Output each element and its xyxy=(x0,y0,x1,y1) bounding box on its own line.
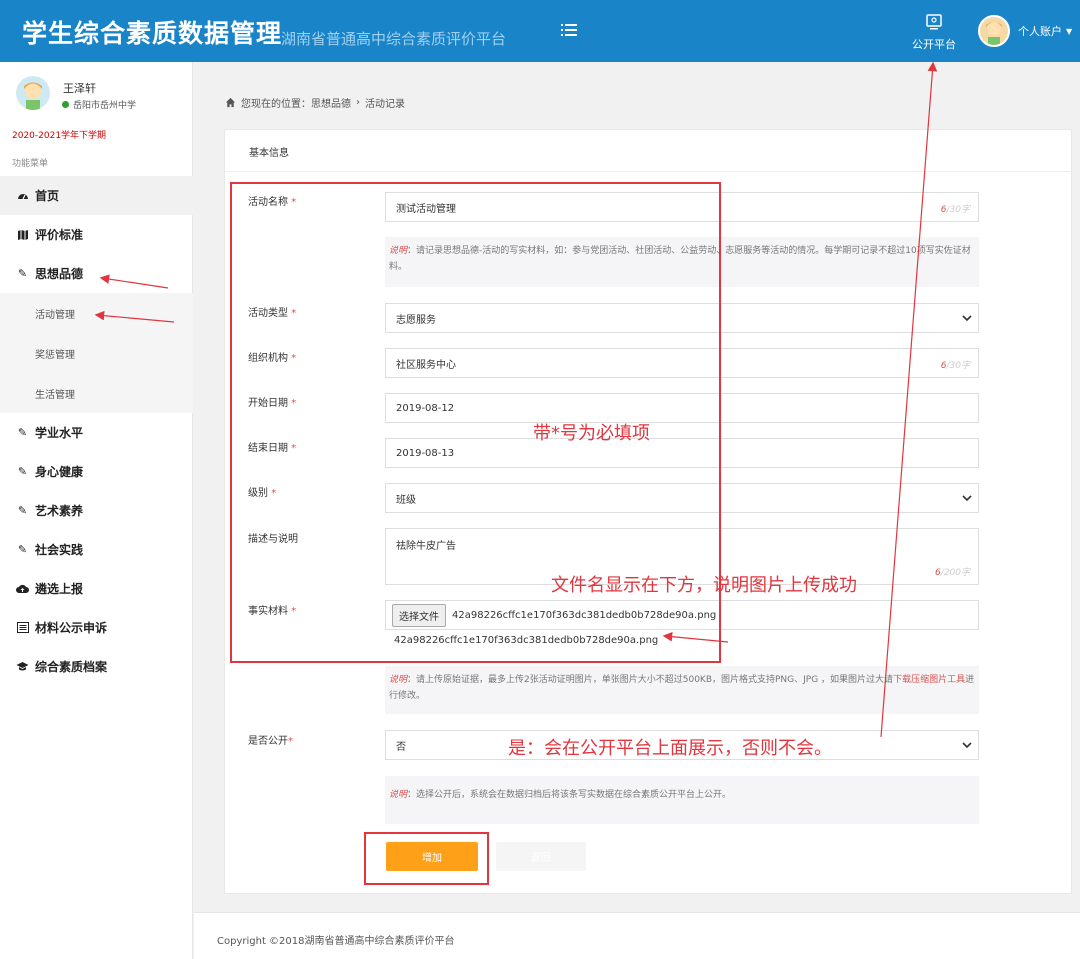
list-icon xyxy=(16,621,29,634)
edit-icon: ✎ xyxy=(17,426,28,439)
app-subtitle: 湖南省普通高中综合素质评价平台 xyxy=(281,30,507,48)
breadcrumb: 您现在的位置：思想品德 › 活动记录 xyxy=(225,95,405,110)
sidebar-item-label: 思想品德 xyxy=(35,267,84,281)
cloud-upload-icon xyxy=(16,582,29,595)
sidebar-item-label: 学业水平 xyxy=(35,426,84,440)
chevron-down-icon xyxy=(962,495,972,502)
note-tag: 说明 xyxy=(389,790,408,800)
select-value: 否 xyxy=(396,741,406,753)
upload-note: 说明：请上传原始证据，最多上传2张活动证明图片，单张图片大小不超过500KB，图… xyxy=(385,666,979,714)
sidebar-item-standards[interactable]: 评价标准 xyxy=(0,215,193,254)
compress-tool-link[interactable]: 下载压缩图片工具 xyxy=(893,675,965,685)
edit-icon: ✎ xyxy=(17,504,28,517)
sidebar-item-morality[interactable]: ✎ 思想品德 xyxy=(0,254,193,293)
sidebar-item-practice[interactable]: ✎ 社会实践 xyxy=(0,530,193,569)
chevron-down-icon xyxy=(962,315,972,322)
sidebar-item-appeal[interactable]: 材料公示申诉 xyxy=(0,608,193,647)
sidebar-item-label: 综合素质档案 xyxy=(35,660,108,674)
public-platform-button[interactable]: 公开平台 xyxy=(905,14,963,54)
is-public-label: 是否公开* xyxy=(248,732,293,747)
sidebar-item-label: 材料公示申诉 xyxy=(35,621,108,635)
breadcrumb-prefix: 您现在的位置：思想品德 xyxy=(241,99,351,110)
sidebar-item-label: 社会实践 xyxy=(35,543,84,557)
sidebar-item-academic[interactable]: ✎ 学业水平 xyxy=(0,413,193,452)
sidebar-item-label: 评价标准 xyxy=(35,228,84,242)
sidebar-subitem-life[interactable]: 生活管理 xyxy=(0,373,193,413)
menu-toggle-icon[interactable] xyxy=(558,20,582,40)
add-button-highlight xyxy=(364,832,489,885)
sidebar-nav: 首页 评价标准 ✎ 思想品德 活动管理 奖惩管理 生活管理 ✎ 学业水平 ✎ 身… xyxy=(0,176,193,686)
online-status-icon xyxy=(62,101,69,108)
char-counter: 6/30字 xyxy=(941,358,970,371)
monitor-icon xyxy=(926,14,942,30)
home-icon xyxy=(225,97,236,108)
school-name: 岳阳市岳州中学 xyxy=(73,101,137,111)
sidebar-item-label: 艺术素养 xyxy=(35,504,84,518)
sidebar-item-label: 遴选上报 xyxy=(35,582,84,596)
edit-icon: ✎ xyxy=(17,543,28,556)
chevron-down-icon xyxy=(962,742,972,749)
label-text: 是否公开 xyxy=(248,736,288,747)
char-max: /30字 xyxy=(946,205,971,215)
edit-icon: ✎ xyxy=(17,267,28,280)
account-menu[interactable]: 个人账户 ▼ xyxy=(978,14,1072,48)
caret-down-icon: ▼ xyxy=(1066,26,1073,36)
sidebar-item-label: 身心健康 xyxy=(35,465,84,479)
sidebar-item-arts[interactable]: ✎ 艺术素养 xyxy=(0,491,193,530)
char-max: /30字 xyxy=(946,361,971,371)
user-name: 王泽轩 xyxy=(63,82,96,95)
top-header: 学生综合素质数据管理 湖南省普通高中综合素质评价平台 公开平台 个人账户 ▼ xyxy=(0,0,1080,62)
upload-annotation: 文件名显示在下方，说明图片上传成功 xyxy=(551,575,857,596)
public-note: 说明：选择公开后，系统会在数据归档后将该条写实数据在综合素质公开平台上公开。 xyxy=(385,776,979,824)
graduation-cap-icon xyxy=(16,660,29,673)
sidebar-item-label: 首页 xyxy=(35,189,60,203)
copyright: Copyright ©2018湖南省普通高中综合素质评价平台 xyxy=(217,936,455,947)
note-text: ：选择公开后，系统会在数据归档后将该条写实数据在综合素质公开平台上公开。 xyxy=(407,790,732,800)
sidebar-item-home[interactable]: 首页 xyxy=(0,176,193,215)
note-text: ：请上传原始证据，最多上传2张活动证明图片，单张图片大小不超过500KB，图片格… xyxy=(407,675,894,685)
edit-icon: ✎ xyxy=(17,465,28,478)
card-header: 基本信息 xyxy=(225,130,1073,172)
section-title: 基本信息 xyxy=(249,148,289,159)
sidebar: 王泽轩 岳阳市岳州中学 2020-2021学年下学期 功能菜单 首页 评价标准 … xyxy=(0,62,193,959)
map-icon xyxy=(16,228,29,241)
sidebar-item-report[interactable]: 遴选上报 xyxy=(0,569,193,608)
term-label: 2020-2021学年下学期 xyxy=(12,131,107,141)
breadcrumb-current: 活动记录 xyxy=(365,99,405,110)
char-max: /200字 xyxy=(940,568,970,578)
menu-title: 功能菜单 xyxy=(12,159,49,169)
sidebar-item-archive[interactable]: 综合素质档案 xyxy=(0,647,193,686)
footer: Copyright ©2018湖南省普通高中综合素质评价平台 xyxy=(194,912,1080,959)
public-annotation: 是：会在公开平台上面展示，否则不会。 xyxy=(508,738,832,759)
avatar xyxy=(978,15,1010,47)
sidebar-subitem-rewards[interactable]: 奖惩管理 xyxy=(0,333,193,373)
dashboard-icon xyxy=(16,189,29,202)
char-counter: 6/30字 xyxy=(941,202,970,215)
required-annotation: 带*号为必填项 xyxy=(533,423,650,444)
sidebar-item-health[interactable]: ✎ 身心健康 xyxy=(0,452,193,491)
user-avatar xyxy=(16,76,50,110)
user-info: 王泽轩 岳阳市岳州中学 xyxy=(16,76,186,116)
account-label: 个人账户 xyxy=(1018,25,1062,38)
back-button[interactable]: 返回 xyxy=(496,842,586,871)
breadcrumb-separator: › xyxy=(356,97,360,108)
morality-submenu: 活动管理 奖惩管理 生活管理 xyxy=(0,293,193,413)
char-counter: 6/200字 xyxy=(935,565,970,578)
app-title: 学生综合素质数据管理 xyxy=(22,19,283,48)
required-mark: * xyxy=(288,736,293,747)
sidebar-subitem-activity[interactable]: 活动管理 xyxy=(0,293,193,333)
public-platform-label: 公开平台 xyxy=(912,38,956,51)
user-school: 岳阳市岳州中学 xyxy=(62,98,136,111)
note-tag: 说明 xyxy=(389,675,408,685)
